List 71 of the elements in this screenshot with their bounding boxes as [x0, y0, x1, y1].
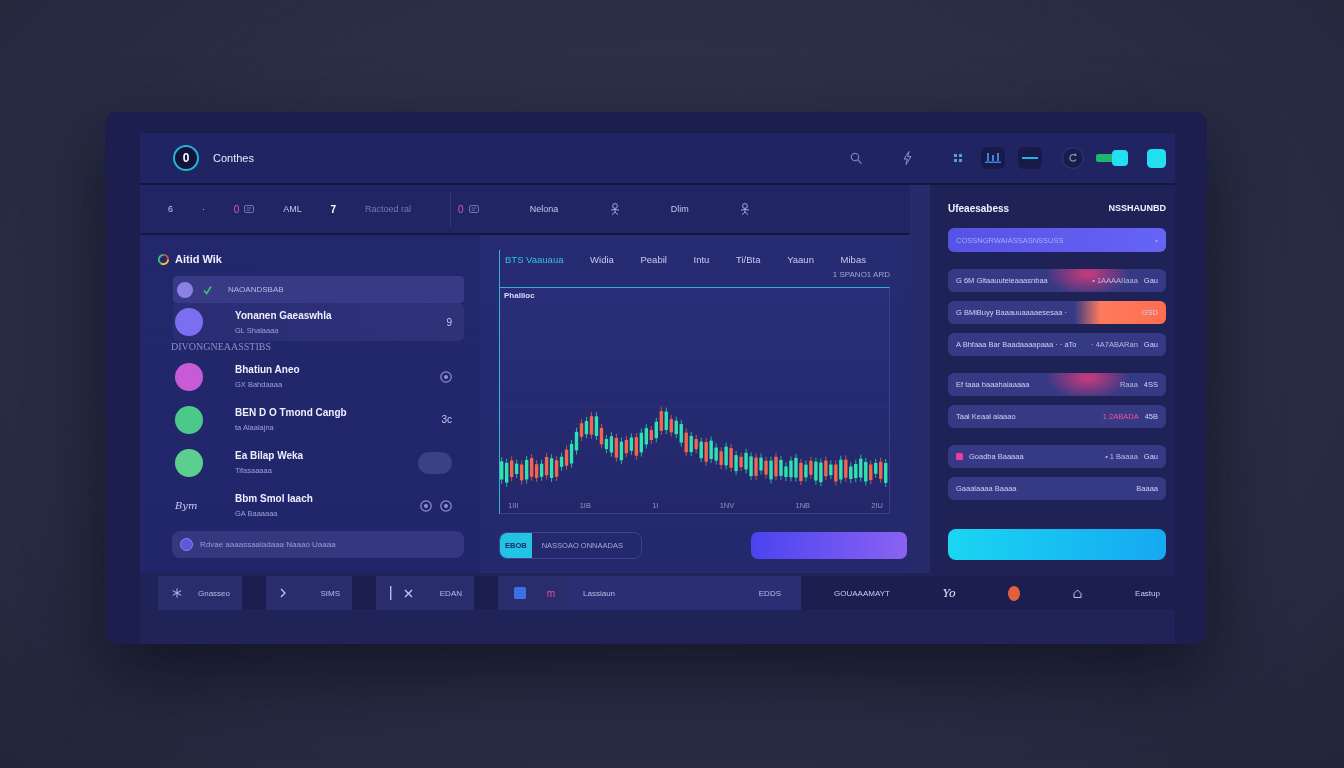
- contact-name: BEN D O Tmond Cangb: [235, 407, 347, 418]
- chart-tab[interactable]: Peabil: [640, 253, 667, 265]
- app-title: Conthes: [213, 152, 254, 164]
- bottom-tab[interactable]: Gnasseo: [158, 576, 242, 610]
- chart-tab[interactable]: Mibas: [840, 253, 866, 265]
- toolbar-item[interactable]: ·: [201, 204, 205, 214]
- contact-name: Yonanen Gaeaswhla: [235, 309, 332, 321]
- logo-badge: 0: [173, 145, 199, 171]
- panel-label: Lassiaun: [583, 588, 616, 598]
- bars-icon: [985, 153, 1001, 163]
- section-heading: DIVONGNEAASSTIBS: [171, 341, 271, 354]
- toolbar-button[interactable]: 0: [458, 203, 479, 215]
- search-icon[interactable]: [850, 152, 862, 164]
- icon-button[interactable]: [981, 147, 1005, 169]
- circle-icon: [177, 281, 193, 298]
- bolt-icon[interactable]: [903, 151, 912, 165]
- ring-icon[interactable]: [440, 370, 452, 383]
- count-text: 3c: [441, 414, 452, 425]
- chevron-icon: [280, 588, 286, 598]
- toolbar-button[interactable]: 0: [233, 203, 255, 215]
- icon-button[interactable]: [1018, 147, 1042, 169]
- tick-icon: [203, 284, 212, 295]
- chart-tab[interactable]: Intu: [693, 253, 710, 265]
- ring-icon[interactable]: [440, 499, 452, 512]
- chart-title: Phallioc: [503, 290, 535, 302]
- line-icon: [390, 586, 392, 600]
- asterisk-icon: [172, 588, 182, 598]
- dash-icon: [1022, 157, 1038, 159]
- status-text: Eastup: [1135, 588, 1160, 598]
- person-icon[interactable]: [609, 203, 620, 215]
- ring-icon[interactable]: [420, 499, 432, 512]
- card-icon: [468, 205, 479, 213]
- close-icon: [404, 588, 413, 598]
- list-item[interactable]: NAOANDSBAB: [173, 276, 464, 303]
- chart-tab[interactable]: Ti/Bta: [736, 253, 761, 265]
- panel-title: Ufeaesabess: [948, 202, 1010, 214]
- item-label: NAOANDSBAB: [228, 285, 284, 294]
- toolbar-item[interactable]: Nelona: [529, 204, 559, 214]
- chart-tab[interactable]: Widia: [590, 253, 614, 265]
- tile-icon[interactable]: [1147, 148, 1166, 168]
- ring-icon: [158, 253, 169, 265]
- toolbar-item[interactable]: 6: [168, 204, 173, 214]
- refresh-icon[interactable]: [1062, 147, 1084, 169]
- square-icon: [514, 587, 526, 599]
- toggle-switch[interactable]: [1096, 150, 1128, 166]
- chart-tab[interactable]: Yaaun: [787, 253, 814, 265]
- contact-name: Bhatiun Aneo: [235, 364, 300, 375]
- card-icon: [244, 205, 255, 213]
- bottom-tab[interactable]: SIMS: [266, 576, 352, 610]
- bottom-tab[interactable]: EDAN: [376, 576, 474, 610]
- logo-text: Yo: [942, 586, 956, 600]
- toolbar-item[interactable]: 7: [330, 203, 337, 215]
- sidebar-title: Aitid Wik: [175, 253, 222, 265]
- panel-code: NSSHAUNBD: [1108, 203, 1166, 213]
- avatar-initials: Bym: [175, 500, 199, 511]
- toolbar-item[interactable]: Ractoed ral: [364, 204, 411, 214]
- contact-name: Bbm Smol Iaach: [235, 493, 313, 504]
- count-text: 9: [446, 316, 452, 328]
- status-text: GOUAAAMAYT: [834, 588, 890, 598]
- bottom-tab[interactable]: m: [498, 576, 569, 610]
- grid-icon[interactable]: [954, 154, 962, 162]
- person-icon[interactable]: [739, 203, 750, 215]
- chart-tab[interactable]: BTS Vaauaua: [505, 253, 564, 265]
- contact-name: Ea Bilap Weka: [235, 450, 304, 461]
- panel-code: EDDS: [758, 588, 781, 598]
- home-icon[interactable]: [1073, 588, 1083, 598]
- toolbar-item[interactable]: Dlim: [670, 204, 689, 214]
- square-icon: [956, 453, 963, 460]
- chart-note: 1 SPANO1 ARD: [832, 270, 890, 281]
- input-field[interactable]: Rdvae aaaassaaladaaa Naaao Uaaaa: [172, 531, 464, 558]
- toolbar-item[interactable]: AML: [283, 204, 302, 214]
